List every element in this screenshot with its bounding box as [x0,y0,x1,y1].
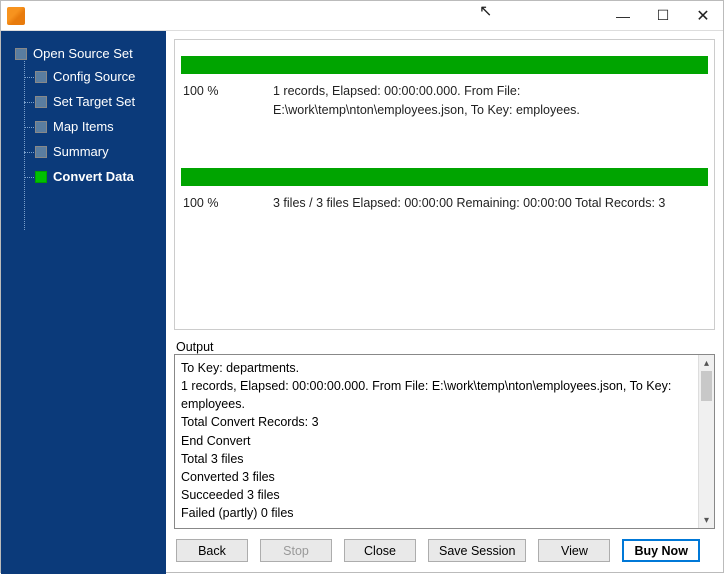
node-icon [35,71,47,83]
window-controls: — ☐ ✕ [603,2,723,30]
app-icon [7,7,25,25]
scroll-up-icon[interactable]: ▴ [699,355,714,371]
progress-bar-record [181,56,708,74]
node-icon [35,171,47,183]
sidebar-item-label: Config Source [53,69,135,84]
sidebar-root-label: Open Source Set [33,46,133,61]
progress-bar-files [181,168,708,186]
stop-button: Stop [260,539,332,562]
maximize-button[interactable]: ☐ [643,2,683,30]
output-scrollbar[interactable]: ▴ ▾ [698,355,714,528]
output-text[interactable]: To Key: departments. 1 records, Elapsed:… [175,355,698,528]
sidebar-item-convert-data[interactable]: Convert Data [1,164,166,189]
close-button-dialog[interactable]: Close [344,539,416,562]
wizard-sidebar: Open Source Set Config Source Set Target… [1,31,166,574]
output-box: To Key: departments. 1 records, Elapsed:… [174,354,715,529]
sidebar-item-label: Convert Data [53,169,134,184]
titlebar: — ☐ ✕ [1,1,723,31]
progress-details: 1 records, Elapsed: 00:00:00.000. From F… [273,82,706,120]
progress-percent: 100 % [183,82,273,120]
sidebar-item-label: Map Items [53,119,114,134]
back-button[interactable]: Back [176,539,248,562]
node-icon [15,48,27,60]
sidebar-item-map-items[interactable]: Map Items [1,114,166,139]
sidebar-root-open-source-set[interactable]: Open Source Set [1,43,166,64]
sidebar-item-label: Set Target Set [53,94,135,109]
node-icon [35,96,47,108]
sidebar-item-label: Summary [53,144,109,159]
sidebar-item-config-source[interactable]: Config Source [1,64,166,89]
save-session-button[interactable]: Save Session [428,539,526,562]
output-label: Output [174,340,715,354]
sidebar-item-summary[interactable]: Summary [1,139,166,164]
progress-area: 100 % 1 records, Elapsed: 00:00:00.000. … [174,39,715,330]
progress-row-files: 100 % 3 files / 3 files Elapsed: 00:00:0… [181,190,708,223]
scroll-down-icon[interactable]: ▾ [699,512,714,528]
main-panel: 100 % 1 records, Elapsed: 00:00:00.000. … [166,31,723,574]
button-row: Back Stop Close Save Session View Buy No… [174,529,715,566]
node-icon [35,121,47,133]
close-button[interactable]: ✕ [683,2,723,30]
sidebar-item-set-target-set[interactable]: Set Target Set [1,89,166,114]
scroll-thumb[interactable] [701,371,712,401]
buy-now-button[interactable]: Buy Now [622,539,699,562]
minimize-button[interactable]: — [603,2,643,30]
progress-details: 3 files / 3 files Elapsed: 00:00:00 Rema… [273,194,706,213]
progress-percent: 100 % [183,194,273,213]
progress-row-record: 100 % 1 records, Elapsed: 00:00:00.000. … [181,78,708,130]
view-button[interactable]: View [538,539,610,562]
node-icon [35,146,47,158]
